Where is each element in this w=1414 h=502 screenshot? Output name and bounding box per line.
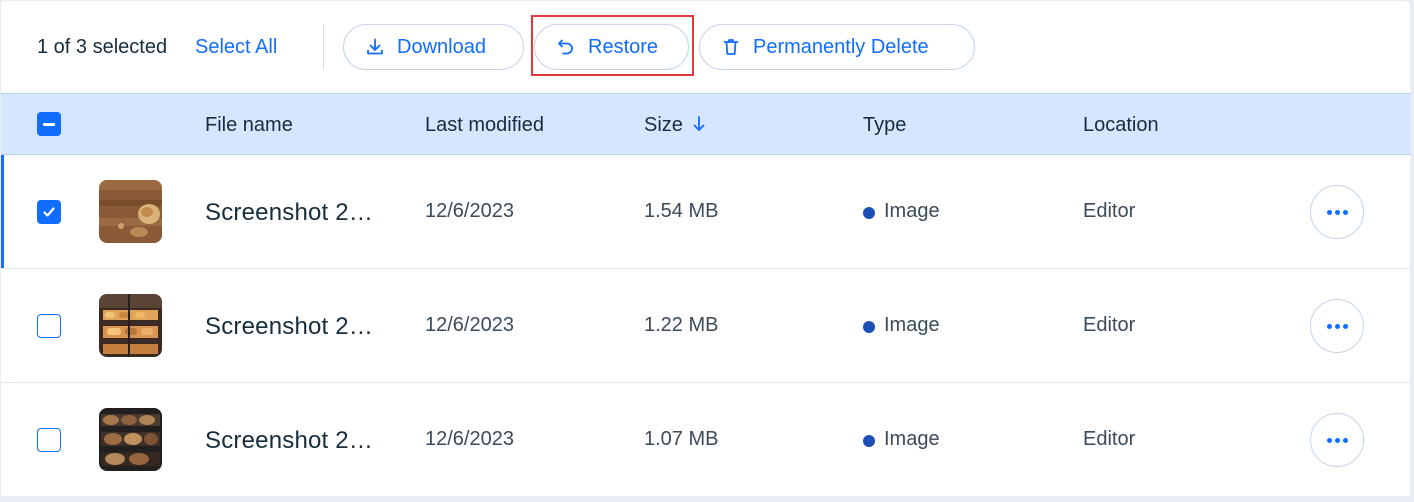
more-dots-icon bbox=[1326, 323, 1332, 329]
arrow-down-icon[interactable] bbox=[692, 114, 706, 134]
more-actions-button[interactable] bbox=[1310, 299, 1364, 353]
more-dots-icon bbox=[1326, 437, 1332, 443]
download-label: Download bbox=[397, 35, 486, 58]
location-value: Editor bbox=[1083, 314, 1136, 336]
file-name[interactable]: Screenshot 2… bbox=[205, 313, 373, 341]
select-all-checkbox[interactable] bbox=[37, 112, 61, 136]
location-value: Editor bbox=[1083, 200, 1136, 222]
type-value: Image bbox=[884, 200, 940, 222]
last-modified-value: 12/6/2023 bbox=[425, 428, 514, 450]
type-dot-icon bbox=[863, 321, 875, 333]
file-name[interactable]: Screenshot 2… bbox=[205, 199, 373, 227]
media-trash-panel: 1 of 3 selected Select All Download Rest… bbox=[1, 1, 1410, 496]
table-header: File name Last modified Size Type Locati… bbox=[1, 93, 1410, 155]
column-header-type[interactable]: Type bbox=[863, 114, 906, 137]
checkmark-icon bbox=[43, 207, 55, 217]
select-all-link[interactable]: Select All bbox=[195, 36, 277, 59]
file-thumbnail bbox=[99, 408, 162, 471]
file-thumbnail bbox=[99, 294, 162, 357]
size-value: 1.22 MB bbox=[644, 314, 719, 336]
trash-icon bbox=[723, 39, 739, 55]
row-checkbox[interactable] bbox=[37, 314, 61, 338]
column-header-location[interactable]: Location bbox=[1083, 114, 1159, 137]
toolbar-divider bbox=[323, 24, 324, 70]
more-actions-button[interactable] bbox=[1310, 185, 1364, 239]
file-name[interactable]: Screenshot 2… bbox=[205, 427, 373, 455]
type-dot-icon bbox=[863, 435, 875, 447]
selection-count: 1 of 3 selected bbox=[37, 36, 168, 58]
row-checkbox[interactable] bbox=[37, 200, 61, 224]
permanently-delete-button[interactable]: Permanently Delete bbox=[699, 24, 975, 70]
size-value: 1.07 MB bbox=[644, 428, 719, 450]
table-row[interactable]: Screenshot 2… 12/6/2023 1.22 MB Image Ed… bbox=[1, 269, 1410, 383]
last-modified-value: 12/6/2023 bbox=[425, 314, 514, 336]
column-header-last-modified[interactable]: Last modified bbox=[425, 114, 544, 137]
last-modified-value: 12/6/2023 bbox=[425, 200, 514, 222]
type-value: Image bbox=[884, 428, 940, 450]
more-dots-icon bbox=[1326, 209, 1332, 215]
row-checkbox[interactable] bbox=[37, 428, 61, 452]
download-icon bbox=[367, 38, 383, 55]
location-value: Editor bbox=[1083, 428, 1136, 450]
table-row[interactable]: Screenshot 2… 12/6/2023 1.54 MB Image Ed… bbox=[1, 155, 1410, 269]
size-value: 1.54 MB bbox=[644, 200, 719, 222]
bulk-action-toolbar: 1 of 3 selected Select All Download Rest… bbox=[1, 1, 1410, 93]
type-dot-icon bbox=[863, 207, 875, 219]
download-button[interactable]: Download bbox=[343, 24, 524, 70]
indeterminate-dash-icon bbox=[43, 122, 55, 126]
table-row[interactable]: Screenshot 2… 12/6/2023 1.07 MB Image Ed… bbox=[1, 383, 1410, 496]
file-thumbnail bbox=[99, 180, 162, 243]
column-header-file-name[interactable]: File name bbox=[205, 114, 293, 137]
restore-highlight-box bbox=[531, 15, 694, 76]
type-value: Image bbox=[884, 314, 940, 336]
permanently-delete-label: Permanently Delete bbox=[753, 35, 929, 58]
more-actions-button[interactable] bbox=[1310, 413, 1364, 467]
column-header-size[interactable]: Size bbox=[644, 114, 683, 137]
